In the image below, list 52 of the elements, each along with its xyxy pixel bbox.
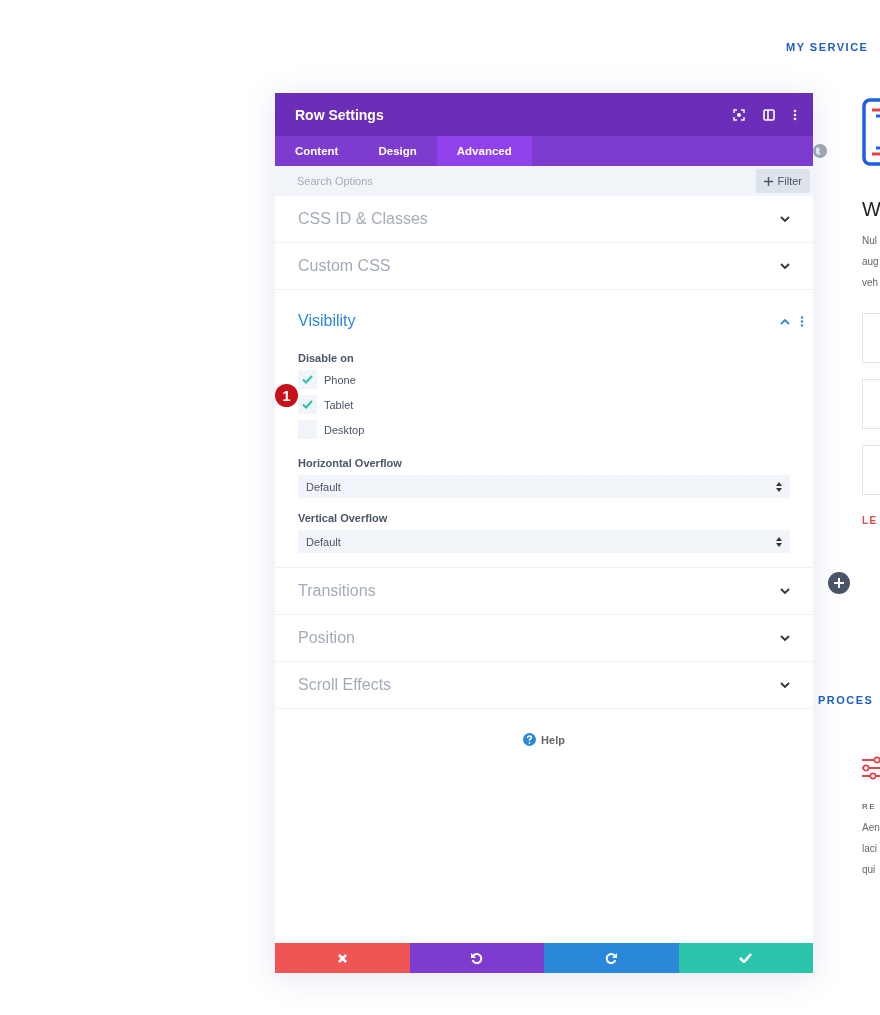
updown-arrows-icon	[776, 481, 782, 492]
expand-icon[interactable]	[780, 262, 790, 270]
step-title: RE	[862, 802, 878, 811]
field-label: Vertical Overflow	[298, 512, 389, 524]
body-text: Nul	[862, 234, 878, 248]
expand-icon[interactable]	[780, 215, 790, 223]
updown-arrows-icon	[776, 536, 782, 547]
body-text: qui	[862, 863, 877, 877]
learn-link[interactable]: LE	[862, 515, 880, 526]
plus-icon	[763, 176, 773, 186]
section-heading: PROCES	[818, 694, 875, 706]
add-icon[interactable]	[828, 572, 850, 594]
field-label: Horizontal Overflow	[298, 457, 403, 469]
expand-icon[interactable]	[780, 634, 790, 642]
field-label: Disable on	[298, 352, 355, 364]
checkbox-label: Tablet	[324, 398, 354, 411]
step-badge: 1	[275, 384, 298, 407]
more-icon[interactable]	[800, 316, 804, 327]
expand-icon[interactable]	[780, 681, 790, 689]
checkbox-label: Desktop	[324, 423, 365, 436]
search-field[interactable]: Search Options	[297, 175, 497, 187]
globe-icon[interactable]	[812, 143, 828, 159]
select-field[interactable]: Default	[298, 530, 790, 553]
modal-title: Row Settings	[295, 106, 384, 123]
body-text: Aen	[862, 821, 880, 835]
checkbox-label: Phone	[324, 373, 356, 386]
tab[interactable]: Design	[358, 136, 437, 166]
tab[interactable]: Content	[275, 136, 359, 166]
undo-icon	[470, 951, 484, 965]
card-title: W	[862, 198, 880, 221]
select-field[interactable]: Default	[298, 475, 790, 498]
check-icon	[302, 375, 313, 384]
check-icon	[739, 953, 753, 963]
collapse-icon[interactable]	[780, 317, 790, 325]
expand-icon[interactable]	[780, 587, 790, 595]
body-text: laci	[862, 842, 878, 856]
checkbox[interactable]	[298, 395, 317, 414]
sidebar-icon[interactable]	[763, 108, 775, 121]
help-link[interactable]: Help	[523, 733, 565, 746]
filter-button[interactable]: Filter	[755, 169, 810, 193]
check-icon	[302, 400, 313, 409]
body-text: aug	[862, 255, 880, 269]
more-icon[interactable]	[793, 108, 797, 121]
section-heading: MY SERVICE	[786, 41, 870, 53]
close-icon	[336, 952, 348, 964]
redo-icon	[604, 951, 618, 965]
tab[interactable]: Advanced	[436, 136, 532, 166]
checkbox[interactable]	[298, 370, 317, 389]
body-text: veh	[862, 276, 880, 290]
help-icon	[523, 733, 537, 746]
focus-icon[interactable]	[733, 108, 745, 121]
section-title[interactable]: Visibility	[298, 312, 780, 330]
